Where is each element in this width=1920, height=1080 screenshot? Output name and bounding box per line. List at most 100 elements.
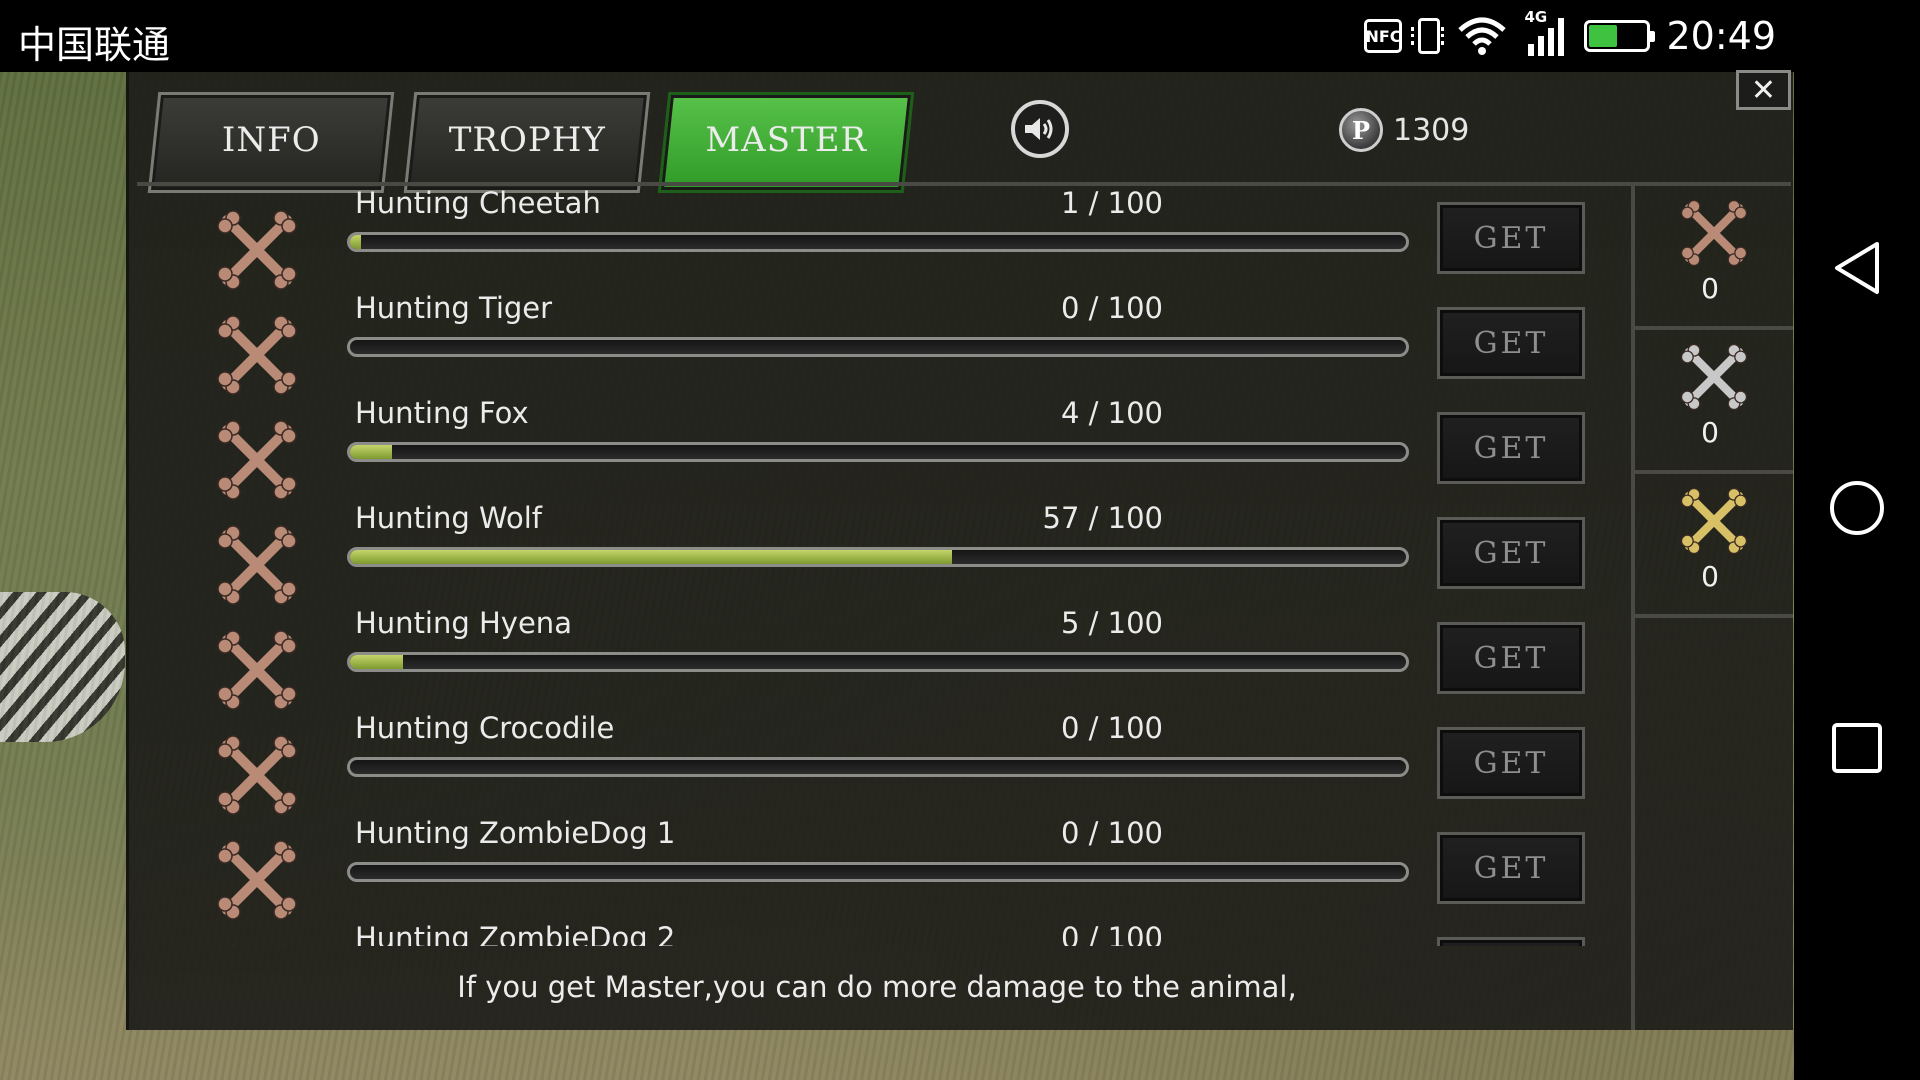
network-type-label: 4G xyxy=(1524,8,1548,26)
tab-master-label: MASTER xyxy=(705,120,868,160)
tab-trophy[interactable]: TROPHY xyxy=(403,92,651,193)
crossed-bones-icon xyxy=(217,420,297,500)
cellular-signal-icon: 4G xyxy=(1524,8,1568,58)
crossed-bones-icon xyxy=(215,208,299,292)
master-row-progress-text: 0 / 100 xyxy=(1060,711,1163,745)
points-value: 1309 xyxy=(1393,112,1470,148)
master-row: Hunting ZombieDog 1 0 / 100 GET xyxy=(137,808,1633,920)
recents-square-icon xyxy=(1832,723,1882,773)
master-row-label: Hunting Crocodile xyxy=(355,711,615,745)
get-reward-button[interactable]: GET xyxy=(1437,622,1585,694)
master-progress-fill xyxy=(350,235,361,249)
crossed-bones-icon xyxy=(215,733,299,817)
master-row: Hunting Wolf 57 / 100 GET xyxy=(137,493,1633,605)
home-circle-icon xyxy=(1830,481,1884,535)
master-progress-fill xyxy=(350,550,952,564)
master-row-label: Hunting Tiger xyxy=(355,291,553,325)
crossed-bones-icon xyxy=(217,315,297,395)
get-reward-button[interactable]: GET xyxy=(1437,517,1585,589)
master-panel: INFO TROPHY MASTER P 1309 ✕ Hunting Chee… xyxy=(126,70,1793,1030)
tab-master[interactable]: MASTER xyxy=(657,92,915,193)
points-coin-icon: P xyxy=(1339,108,1383,152)
crossed-bones-icon xyxy=(215,418,299,502)
silver-bones-icon xyxy=(1680,343,1748,411)
master-row-progress-text: 5 / 100 xyxy=(1060,606,1163,640)
bronze-bones-icon xyxy=(1679,198,1749,268)
tier-count: 0 xyxy=(1701,272,1719,305)
master-row-label: Hunting Wolf xyxy=(355,501,542,535)
crossed-bones-icon xyxy=(217,735,297,815)
back-button[interactable] xyxy=(1825,236,1889,300)
get-reward-button[interactable]: GET xyxy=(1437,937,1585,946)
crossed-bones-icon xyxy=(229,945,285,946)
tier-count: 0 xyxy=(1701,560,1719,593)
master-progress-bar xyxy=(347,337,1409,357)
master-row-label: Hunting ZombieDog 1 xyxy=(355,816,676,850)
master-row-progress-text: 0 / 100 xyxy=(1060,291,1163,325)
crossed-bones-icon xyxy=(215,523,299,607)
master-row-progress-text: 57 / 100 xyxy=(1042,501,1163,535)
status-icons: NFC 4G 20:49 xyxy=(1364,8,1776,62)
tab-trophy-label: TROPHY xyxy=(448,120,606,160)
crossed-bones-icon xyxy=(215,838,299,922)
back-triangle-icon xyxy=(1835,242,1879,294)
tier-summary-silver: 0 xyxy=(1635,330,1793,474)
tier-summary-bronze: 0 xyxy=(1635,186,1793,330)
bronze-bones-icon xyxy=(1680,199,1748,267)
master-row-label: Hunting Cheetah xyxy=(355,186,601,220)
get-reward-button[interactable]: GET xyxy=(1437,412,1585,484)
master-footer-note: If you get Master,you can do more damage… xyxy=(457,970,1297,1004)
home-button[interactable] xyxy=(1825,476,1889,540)
master-progress-bar xyxy=(347,862,1409,882)
get-reward-button[interactable]: GET xyxy=(1437,727,1585,799)
tab-info-label: INFO xyxy=(221,120,321,160)
crossed-bones-icon xyxy=(215,313,299,397)
crossed-bones-icon xyxy=(217,840,297,920)
points-display: P 1309 xyxy=(1339,100,1469,160)
silver-bones-icon xyxy=(1679,342,1749,412)
master-row: Hunting Tiger 0 / 100 GET xyxy=(137,283,1633,395)
master-row-label: Hunting Fox xyxy=(355,396,529,430)
crossed-bones-icon xyxy=(215,943,299,946)
speaker-icon xyxy=(1025,118,1053,140)
master-row-label: Hunting Hyena xyxy=(355,606,572,640)
master-progress-fill xyxy=(350,445,393,459)
master-progress-bar xyxy=(347,652,1409,672)
get-reward-button[interactable]: GET xyxy=(1437,202,1585,274)
close-button[interactable]: ✕ xyxy=(1736,70,1791,110)
master-list[interactable]: Hunting Cheetah 1 / 100 GET Hunting Tiger 0 … xyxy=(137,186,1633,946)
crossed-bones-icon xyxy=(217,525,297,605)
master-progress-bar xyxy=(347,442,1409,462)
master-progress-bar xyxy=(347,232,1409,252)
get-reward-button[interactable]: GET xyxy=(1437,307,1585,379)
clock: 20:49 xyxy=(1666,14,1776,58)
crossed-bones-icon xyxy=(215,628,299,712)
recents-button[interactable] xyxy=(1825,716,1889,780)
tab-info[interactable]: INFO xyxy=(147,92,395,193)
master-row-label: Hunting ZombieDog 2 xyxy=(355,921,676,946)
zebra-figure xyxy=(0,592,125,742)
status-bar: 中国联通 NFC 4G 20:49 xyxy=(0,0,1920,72)
nfc-icon: NFC xyxy=(1364,19,1403,53)
master-row-progress-text: 0 / 100 xyxy=(1060,921,1163,946)
master-progress-fill xyxy=(350,655,403,669)
master-row: Hunting Hyena 5 / 100 GET xyxy=(137,598,1633,710)
get-reward-button[interactable]: GET xyxy=(1437,832,1585,904)
master-row: Hunting Cheetah 1 / 100 GET xyxy=(137,186,1633,290)
battery-charging-icon xyxy=(1584,20,1656,52)
vibrate-icon xyxy=(1411,18,1445,54)
tier-count: 0 xyxy=(1701,416,1719,449)
crossed-bones-icon xyxy=(217,630,297,710)
navigation-bar xyxy=(1794,72,1920,1080)
sound-toggle-button[interactable] xyxy=(1011,100,1069,158)
wifi-icon xyxy=(1456,16,1508,56)
master-row: Hunting Crocodile 0 / 100 GET xyxy=(137,703,1633,815)
master-row: Hunting ZombieDog 2 0 / 100 GET xyxy=(137,913,1633,946)
master-progress-bar xyxy=(347,757,1409,777)
crossed-bones-icon xyxy=(217,210,297,290)
master-row-progress-text: 0 / 100 xyxy=(1060,816,1163,850)
master-progress-bar xyxy=(347,547,1409,567)
master-row: Hunting Fox 4 / 100 GET xyxy=(137,388,1633,500)
master-row-progress-text: 4 / 100 xyxy=(1060,396,1163,430)
tier-summary-gold: 0 xyxy=(1635,474,1793,618)
